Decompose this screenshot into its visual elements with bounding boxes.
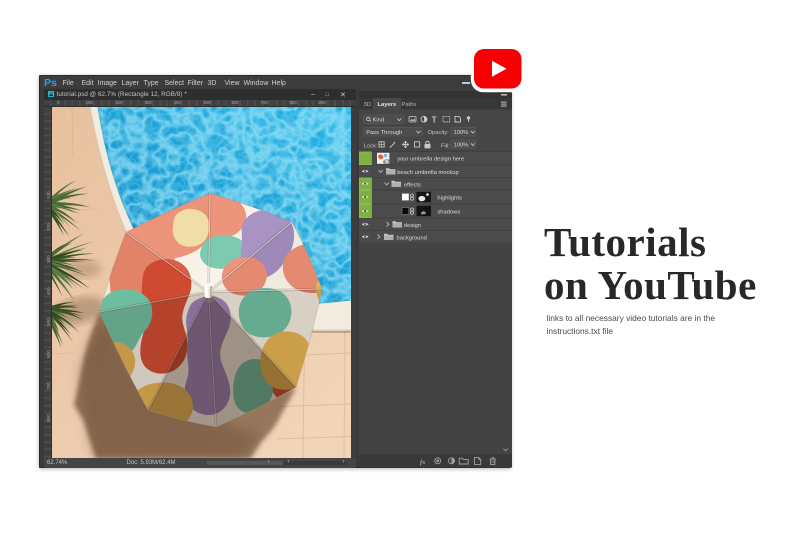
svg-text:highlights: highlights — [437, 196, 462, 202]
svg-text:400: 400 — [46, 286, 51, 294]
svg-text:Kind: Kind — [373, 118, 385, 124]
svg-text:Pass Through: Pass Through — [366, 130, 402, 136]
svg-text:Fill:: Fill: — [441, 144, 450, 150]
svg-text:Opacity:: Opacity: — [428, 130, 450, 136]
svg-text:700: 700 — [46, 381, 51, 389]
svg-text:effects: effects — [404, 182, 421, 188]
svg-text:beach umbrella mockup: beach umbrella mockup — [397, 170, 459, 176]
svg-text:500: 500 — [46, 317, 51, 325]
svg-text:T: T — [432, 115, 437, 124]
svg-text:600: 600 — [46, 349, 51, 357]
svg-text:200: 200 — [46, 222, 51, 230]
svg-text:Lock:: Lock: — [364, 144, 378, 150]
svg-text:100%: 100% — [454, 130, 469, 136]
svg-text:design: design — [404, 223, 421, 229]
svg-text:shadows: shadows — [437, 210, 460, 216]
svg-text:3D: 3D — [364, 102, 371, 108]
svg-text:100%: 100% — [454, 143, 469, 149]
svg-text:Paths: Paths — [402, 102, 417, 108]
svg-text:your umbrella design here: your umbrella design here — [397, 157, 464, 163]
svg-text:background: background — [397, 235, 427, 241]
svg-text:fx: fx — [420, 459, 426, 466]
svg-text:100: 100 — [46, 190, 51, 198]
svg-text:800: 800 — [46, 413, 51, 421]
svg-text:300: 300 — [46, 254, 51, 262]
svg-text:Layers: Layers — [378, 102, 397, 108]
